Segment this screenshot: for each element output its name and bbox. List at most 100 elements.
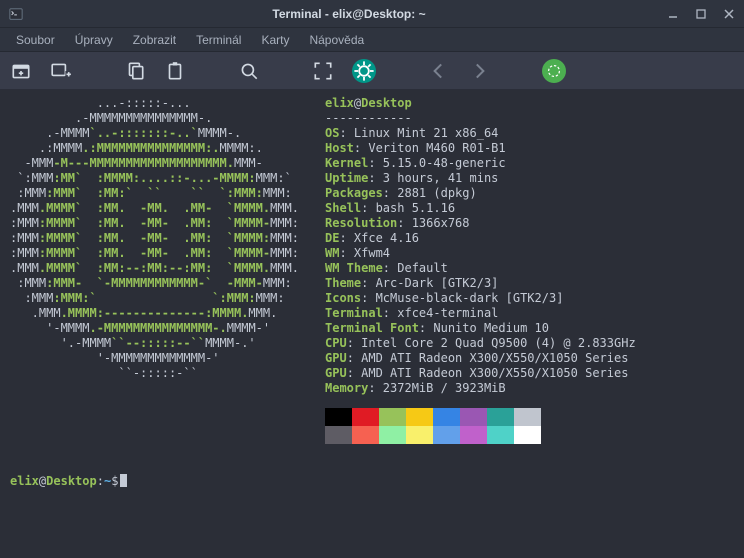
info-value: : 1366x768 xyxy=(397,216,469,230)
info-label: Terminal Font xyxy=(325,321,419,335)
info-label: Shell xyxy=(325,201,361,215)
info-label: Terminal xyxy=(325,306,383,320)
run-icon[interactable] xyxy=(542,59,566,83)
info-value: : xfce4-terminal xyxy=(383,306,499,320)
prompt-symbol: $ xyxy=(111,474,118,488)
info-value: : bash 5.1.16 xyxy=(361,201,455,215)
info-user: elix xyxy=(325,96,354,110)
info-line: Memory: 2372MiB / 3923MiB xyxy=(325,381,636,396)
info-label: Uptime xyxy=(325,171,368,185)
menu-file[interactable]: Soubor xyxy=(8,30,63,50)
system-info: elix@Desktop ------------ OS: Linux Mint… xyxy=(325,96,636,444)
color-palette xyxy=(325,408,541,444)
info-label: WM Theme xyxy=(325,261,383,275)
info-line: Terminal: xfce4-terminal xyxy=(325,306,636,321)
menu-edit[interactable]: Úpravy xyxy=(67,30,121,50)
copy-icon[interactable] xyxy=(124,60,146,82)
menu-terminal[interactable]: Terminál xyxy=(188,30,249,50)
info-value: : Intel Core 2 Quad Q9500 (4) @ 2.833GHz xyxy=(347,336,636,350)
info-value: : Default xyxy=(383,261,448,275)
settings-icon[interactable] xyxy=(352,59,376,83)
color-swatch xyxy=(514,408,541,426)
info-value: : 2881 (dpkg) xyxy=(383,186,477,200)
terminal-output[interactable]: ...-:::::-... .-MMMMMMMMMMMMMMM-. .-MMMM… xyxy=(0,90,744,558)
shell-prompt[interactable]: elix@Desktop:~$ xyxy=(10,474,734,488)
info-separator: ------------ xyxy=(325,111,636,126)
new-tab-icon[interactable] xyxy=(10,60,32,82)
maximize-button[interactable] xyxy=(694,7,708,21)
info-line: Packages: 2881 (dpkg) xyxy=(325,186,636,201)
info-line: Shell: bash 5.1.16 xyxy=(325,201,636,216)
info-line: WM: Xfwm4 xyxy=(325,246,636,261)
color-swatch xyxy=(487,426,514,444)
info-label: Memory xyxy=(325,381,368,395)
info-value: : Veriton M460 R01-B1 xyxy=(354,141,506,155)
minimize-button[interactable] xyxy=(666,7,680,21)
color-swatch xyxy=(352,408,379,426)
info-line: CPU: Intel Core 2 Quad Q9500 (4) @ 2.833… xyxy=(325,336,636,351)
info-label: Packages xyxy=(325,186,383,200)
info-value: : Xfce 4.16 xyxy=(339,231,418,245)
info-line: Host: Veriton M460 R01-B1 xyxy=(325,141,636,156)
color-swatch xyxy=(406,408,433,426)
window-title: Terminal - elix@Desktop: ~ xyxy=(32,7,666,21)
color-swatch xyxy=(325,408,352,426)
info-label: GPU xyxy=(325,351,347,365)
info-value: : Arc-Dark [GTK2/3] xyxy=(361,276,498,290)
new-window-icon[interactable] xyxy=(50,60,72,82)
menu-help[interactable]: Nápověda xyxy=(301,30,372,50)
color-swatch xyxy=(433,408,460,426)
color-swatch xyxy=(379,426,406,444)
back-icon[interactable] xyxy=(428,60,450,82)
info-label: CPU xyxy=(325,336,347,350)
info-label: Theme xyxy=(325,276,361,290)
info-label: DE xyxy=(325,231,339,245)
ascii-logo: ...-:::::-... .-MMMMMMMMMMMMMMM-. .-MMMM… xyxy=(10,96,299,444)
info-value: : Nunito Medium 10 xyxy=(419,321,549,335)
color-swatch xyxy=(487,408,514,426)
info-line: GPU: AMD ATI Radeon X300/X550/X1050 Seri… xyxy=(325,351,636,366)
paste-icon[interactable] xyxy=(164,60,186,82)
color-swatch xyxy=(460,408,487,426)
info-title: elix@Desktop xyxy=(325,96,636,111)
info-line: Terminal Font: Nunito Medium 10 xyxy=(325,321,636,336)
info-label: GPU xyxy=(325,366,347,380)
color-swatch xyxy=(406,426,433,444)
info-line: WM Theme: Default xyxy=(325,261,636,276)
titlebar: Terminal - elix@Desktop: ~ xyxy=(0,0,744,28)
info-label: Host xyxy=(325,141,354,155)
info-line: Theme: Arc-Dark [GTK2/3] xyxy=(325,276,636,291)
info-value: : AMD ATI Radeon X300/X550/X1050 Series xyxy=(347,351,629,365)
info-value: : AMD ATI Radeon X300/X550/X1050 Series xyxy=(347,366,629,380)
info-value: : 3 hours, 41 mins xyxy=(368,171,498,185)
info-value: : Xfwm4 xyxy=(339,246,390,260)
fullscreen-icon[interactable] xyxy=(312,60,334,82)
close-button[interactable] xyxy=(722,7,736,21)
info-line: Resolution: 1366x768 xyxy=(325,216,636,231)
info-line: Uptime: 3 hours, 41 mins xyxy=(325,171,636,186)
color-swatch xyxy=(379,408,406,426)
info-value: : 5.15.0-48-generic xyxy=(368,156,505,170)
cursor-icon xyxy=(120,474,127,487)
search-icon[interactable] xyxy=(238,60,260,82)
color-swatch xyxy=(460,426,487,444)
info-value: : 2372MiB / 3923MiB xyxy=(368,381,505,395)
prompt-host: Desktop xyxy=(46,474,97,488)
forward-icon[interactable] xyxy=(468,60,490,82)
info-line: GPU: AMD ATI Radeon X300/X550/X1050 Seri… xyxy=(325,366,636,381)
info-label: Resolution xyxy=(325,216,397,230)
menu-tabs[interactable]: Karty xyxy=(253,30,297,50)
info-label: OS xyxy=(325,126,339,140)
color-swatch xyxy=(514,426,541,444)
info-value: : McMuse-black-dark [GTK2/3] xyxy=(361,291,563,305)
info-host: Desktop xyxy=(361,96,412,110)
color-swatch xyxy=(433,426,460,444)
terminal-app-icon xyxy=(8,6,24,22)
neofetch-block: ...-:::::-... .-MMMMMMMMMMMMMMM-. .-MMMM… xyxy=(10,96,734,444)
color-swatch xyxy=(352,426,379,444)
toolbar xyxy=(0,52,744,90)
info-value: : Linux Mint 21 x86_64 xyxy=(339,126,498,140)
menu-view[interactable]: Zobrazit xyxy=(125,30,184,50)
info-label: WM xyxy=(325,246,339,260)
info-line: Kernel: 5.15.0-48-generic xyxy=(325,156,636,171)
